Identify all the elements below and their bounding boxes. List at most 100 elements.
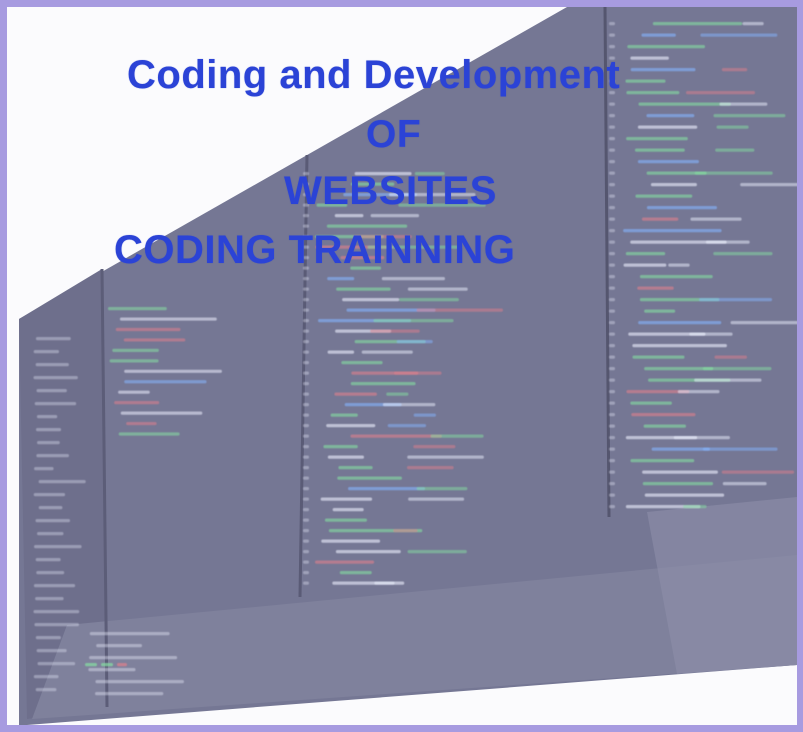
- code-line-stroke: [123, 338, 186, 342]
- code-line-stroke: [609, 252, 615, 256]
- code-line-stroke: [370, 329, 420, 333]
- code-line-stroke: [303, 287, 309, 291]
- code-line-stroke: [34, 402, 77, 406]
- code-line-stroke: [609, 332, 615, 336]
- code-line-stroke: [85, 663, 97, 667]
- code-line-stroke: [716, 125, 749, 129]
- code-line-stroke: [638, 102, 731, 106]
- code-line-stroke: [609, 424, 615, 428]
- code-line-stroke: [96, 644, 142, 648]
- code-line-stroke: [303, 434, 309, 438]
- promo-banner: Coding and Development OF WEBSITES CODIN…: [0, 0, 803, 732]
- code-line-stroke: [609, 367, 615, 371]
- code-line-stroke: [37, 441, 60, 445]
- code-line-stroke: [303, 424, 309, 428]
- code-line-stroke: [323, 445, 358, 449]
- code-line-stroke: [643, 424, 686, 428]
- code-line-stroke: [95, 692, 164, 696]
- code-line-stroke: [303, 392, 309, 396]
- code-line-stroke: [650, 183, 697, 187]
- code-line-stroke: [677, 390, 720, 394]
- code-line-stroke: [33, 350, 60, 354]
- code-line-stroke: [36, 454, 69, 458]
- headline-line-3: WEBSITES: [284, 169, 497, 213]
- code-line-stroke: [630, 68, 696, 72]
- code-line-stroke: [644, 493, 725, 497]
- code-line-stroke: [324, 518, 367, 522]
- code-line-stroke: [702, 447, 778, 451]
- code-line-stroke: [623, 229, 722, 233]
- code-line-stroke: [641, 217, 679, 221]
- code-line-stroke: [89, 632, 170, 636]
- code-line-stroke: [88, 668, 136, 672]
- code-line-stroke: [609, 493, 615, 497]
- code-line-stroke: [609, 183, 615, 187]
- code-line-stroke: [303, 497, 309, 501]
- code-line-stroke: [330, 413, 358, 417]
- code-line-stroke: [327, 455, 364, 459]
- code-line-stroke: [609, 22, 615, 26]
- code-line-stroke: [609, 378, 615, 382]
- code-line-stroke: [335, 550, 401, 554]
- code-line-stroke: [652, 22, 743, 26]
- code-line-stroke: [609, 33, 615, 37]
- code-line-stroke: [303, 560, 309, 564]
- code-line-stroke: [632, 344, 727, 348]
- code-line-stroke: [386, 392, 409, 396]
- code-line-stroke: [713, 114, 786, 118]
- code-line-stroke: [740, 183, 797, 187]
- code-line-stroke: [407, 287, 468, 291]
- code-line-stroke: [303, 350, 309, 354]
- code-line-stroke: [303, 508, 309, 512]
- code-line-stroke: [408, 497, 465, 501]
- code-line-stroke: [303, 539, 309, 543]
- code-line-stroke: [719, 102, 768, 106]
- code-line-stroke: [35, 597, 64, 601]
- code-line-stroke: [361, 350, 413, 354]
- code-line-stroke: [303, 319, 309, 323]
- code-line-stroke: [625, 252, 666, 256]
- code-line-stroke: [303, 329, 309, 333]
- code-line-stroke: [36, 415, 58, 419]
- code-line-stroke: [315, 560, 375, 564]
- code-line-stroke: [303, 518, 309, 522]
- code-line-stroke: [374, 581, 395, 585]
- code-line-stroke: [321, 539, 381, 543]
- code-line-stroke: [303, 340, 309, 344]
- code-line-stroke: [690, 217, 742, 221]
- code-line-stroke: [332, 508, 364, 512]
- code-line-stroke: [394, 371, 442, 375]
- code-line-stroke: [303, 550, 309, 554]
- code-line-stroke: [673, 436, 730, 440]
- code-line-stroke: [694, 171, 773, 175]
- code-line-stroke: [609, 470, 615, 474]
- code-line-stroke: [632, 355, 685, 359]
- code-line-stroke: [120, 411, 203, 415]
- code-line-stroke: [303, 455, 309, 459]
- code-line-stroke: [303, 476, 309, 480]
- code-line-stroke: [609, 413, 615, 417]
- code-line-stroke: [35, 337, 71, 341]
- code-line-stroke: [303, 277, 309, 281]
- code-line-stroke: [303, 445, 309, 449]
- code-line-stroke: [644, 367, 714, 371]
- code-line-stroke: [609, 137, 615, 141]
- code-line-stroke: [303, 466, 309, 470]
- code-line-stroke: [341, 361, 383, 365]
- code-line-stroke: [651, 447, 710, 451]
- code-line-stroke: [303, 361, 309, 365]
- code-line-stroke: [715, 148, 755, 152]
- code-line-stroke: [634, 148, 685, 152]
- code-line-stroke: [699, 298, 773, 302]
- code-line-stroke: [124, 380, 207, 384]
- code-line-stroke: [33, 675, 59, 679]
- code-line-stroke: [642, 470, 718, 474]
- code-line-stroke: [638, 321, 722, 325]
- code-line-stroke: [609, 390, 615, 394]
- code-line-stroke: [327, 350, 355, 354]
- code-line-stroke: [38, 506, 63, 510]
- code-line-stroke: [609, 194, 615, 198]
- code-line-stroke: [641, 33, 676, 37]
- code-line-stroke: [35, 363, 69, 367]
- code-line-stroke: [320, 497, 373, 501]
